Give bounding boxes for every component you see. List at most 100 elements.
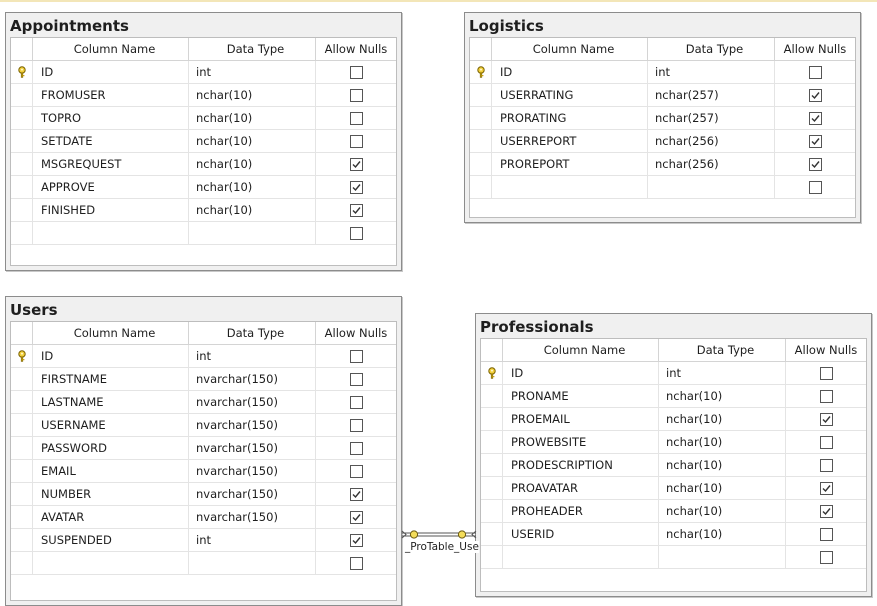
row-selector[interactable] xyxy=(11,130,33,152)
table-row[interactable]: ID int xyxy=(470,61,855,84)
column-name-cell[interactable]: EMAIL xyxy=(33,460,189,482)
allow-nulls-checkbox[interactable] xyxy=(350,112,363,125)
column-name-cell[interactable]: PRORATING xyxy=(492,107,648,129)
data-type-cell[interactable]: nchar(257) xyxy=(648,107,775,129)
data-type-cell[interactable]: nvarchar(150) xyxy=(189,368,316,390)
allow-nulls-checkbox[interactable] xyxy=(809,158,822,171)
allow-nulls-checkbox[interactable] xyxy=(350,158,363,171)
row-selector[interactable] xyxy=(470,107,492,129)
table-logistics[interactable]: Logistics Column Name Data Type Allow Null… xyxy=(464,12,861,223)
data-type-cell[interactable]: nvarchar(150) xyxy=(189,506,316,528)
header-data-type[interactable]: Data Type xyxy=(648,38,775,60)
row-selector[interactable] xyxy=(470,61,492,83)
data-type-cell[interactable]: nchar(10) xyxy=(189,107,316,129)
allow-nulls-checkbox[interactable] xyxy=(350,350,363,363)
allow-nulls-checkbox[interactable] xyxy=(350,557,363,570)
column-name-cell[interactable]: ID xyxy=(492,61,648,83)
column-name-cell[interactable]: USERNAME xyxy=(33,414,189,436)
row-selector[interactable] xyxy=(11,153,33,175)
header-data-type[interactable]: Data Type xyxy=(659,339,786,361)
data-type-cell[interactable]: nchar(10) xyxy=(189,199,316,221)
table-row[interactable]: NUMBER nvarchar(150) xyxy=(11,483,396,506)
table-row[interactable]: APPROVE nchar(10) xyxy=(11,176,396,199)
column-name-cell[interactable]: AVATAR xyxy=(33,506,189,528)
table-row[interactable]: TOPRO nchar(10) xyxy=(11,107,396,130)
allow-nulls-checkbox[interactable] xyxy=(350,135,363,148)
table-row[interactable]: PROWEBSITE nchar(10) xyxy=(481,431,866,454)
data-type-cell[interactable]: nchar(10) xyxy=(659,500,786,522)
column-name-cell[interactable]: FINISHED xyxy=(33,199,189,221)
row-selector[interactable] xyxy=(481,385,503,407)
data-type-cell[interactable] xyxy=(189,222,316,244)
table-row[interactable]: MSGREQUEST nchar(10) xyxy=(11,153,396,176)
allow-nulls-checkbox[interactable] xyxy=(820,390,833,403)
relationship-label[interactable]: _ProTable_Use xyxy=(405,541,479,553)
table-row[interactable]: PASSWORD nvarchar(150) xyxy=(11,437,396,460)
table-row[interactable]: PRORATING nchar(257) xyxy=(470,107,855,130)
column-name-cell[interactable]: PRODESCRIPTION xyxy=(503,454,659,476)
allow-nulls-checkbox[interactable] xyxy=(350,204,363,217)
row-selector[interactable] xyxy=(481,408,503,430)
allow-nulls-checkbox[interactable] xyxy=(809,181,822,194)
column-name-cell[interactable]: FIRSTNAME xyxy=(33,368,189,390)
table-row[interactable]: USERRATING nchar(257) xyxy=(470,84,855,107)
allow-nulls-checkbox[interactable] xyxy=(350,66,363,79)
header-allow-nulls[interactable]: Allow Nulls xyxy=(316,38,396,60)
row-selector[interactable] xyxy=(481,546,503,568)
allow-nulls-checkbox[interactable] xyxy=(350,465,363,478)
data-type-cell[interactable]: nvarchar(150) xyxy=(189,460,316,482)
table-row[interactable]: PRODESCRIPTION nchar(10) xyxy=(481,454,866,477)
column-name-cell[interactable]: SUSPENDED xyxy=(33,529,189,551)
column-name-cell[interactable]: ID xyxy=(33,61,189,83)
table-row[interactable]: FIRSTNAME nvarchar(150) xyxy=(11,368,396,391)
table-row[interactable]: ID int xyxy=(481,362,866,385)
data-type-cell[interactable]: nchar(10) xyxy=(659,454,786,476)
table-users[interactable]: Users Column Name Data Type Allow Nulls ID i… xyxy=(5,296,402,606)
table-appointments[interactable]: Appointments Column Name Data Type Allow N… xyxy=(5,12,402,271)
table-title[interactable]: Professionals xyxy=(476,314,871,336)
data-type-cell[interactable]: nvarchar(150) xyxy=(189,437,316,459)
row-selector[interactable] xyxy=(11,529,33,551)
allow-nulls-checkbox[interactable] xyxy=(820,482,833,495)
data-type-cell[interactable]: nchar(256) xyxy=(648,130,775,152)
row-selector[interactable] xyxy=(470,84,492,106)
table-title[interactable]: Appointments xyxy=(6,13,401,35)
table-row[interactable]: USERREPORT nchar(256) xyxy=(470,130,855,153)
table-row[interactable]: USERNAME nvarchar(150) xyxy=(11,414,396,437)
column-name-cell[interactable]: ID xyxy=(503,362,659,384)
allow-nulls-checkbox[interactable] xyxy=(350,373,363,386)
column-name-cell[interactable]: ID xyxy=(33,345,189,367)
row-selector[interactable] xyxy=(11,483,33,505)
row-selector[interactable] xyxy=(470,130,492,152)
row-selector[interactable] xyxy=(11,460,33,482)
column-name-cell[interactable]: PROEMAIL xyxy=(503,408,659,430)
row-selector[interactable] xyxy=(11,222,33,244)
row-selector[interactable] xyxy=(11,506,33,528)
row-selector[interactable] xyxy=(11,345,33,367)
header-column-name[interactable]: Column Name xyxy=(492,38,648,60)
data-type-cell[interactable]: int xyxy=(648,61,775,83)
allow-nulls-checkbox[interactable] xyxy=(820,436,833,449)
column-name-cell[interactable]: PRONAME xyxy=(503,385,659,407)
allow-nulls-checkbox[interactable] xyxy=(350,419,363,432)
allow-nulls-checkbox[interactable] xyxy=(809,89,822,102)
row-selector[interactable] xyxy=(11,552,33,574)
data-type-cell[interactable]: nvarchar(150) xyxy=(189,483,316,505)
table-row[interactable] xyxy=(470,176,855,199)
header-allow-nulls[interactable]: Allow Nulls xyxy=(316,322,396,344)
table-row[interactable]: EMAIL nvarchar(150) xyxy=(11,460,396,483)
data-type-cell[interactable]: nchar(10) xyxy=(189,176,316,198)
data-type-cell[interactable]: nchar(10) xyxy=(659,385,786,407)
row-selector[interactable] xyxy=(11,84,33,106)
table-row[interactable]: PROREPORT nchar(256) xyxy=(470,153,855,176)
allow-nulls-checkbox[interactable] xyxy=(820,367,833,380)
table-row[interactable]: PROHEADER nchar(10) xyxy=(481,500,866,523)
header-allow-nulls[interactable]: Allow Nulls xyxy=(775,38,855,60)
column-name-cell[interactable]: SETDATE xyxy=(33,130,189,152)
table-row[interactable]: PROAVATAR nchar(10) xyxy=(481,477,866,500)
column-name-cell[interactable]: NUMBER xyxy=(33,483,189,505)
data-type-cell[interactable]: nchar(10) xyxy=(189,84,316,106)
column-name-cell[interactable]: PROHEADER xyxy=(503,500,659,522)
table-professionals[interactable]: Professionals Column Name Data Type Allow … xyxy=(475,313,872,597)
row-selector[interactable] xyxy=(11,368,33,390)
